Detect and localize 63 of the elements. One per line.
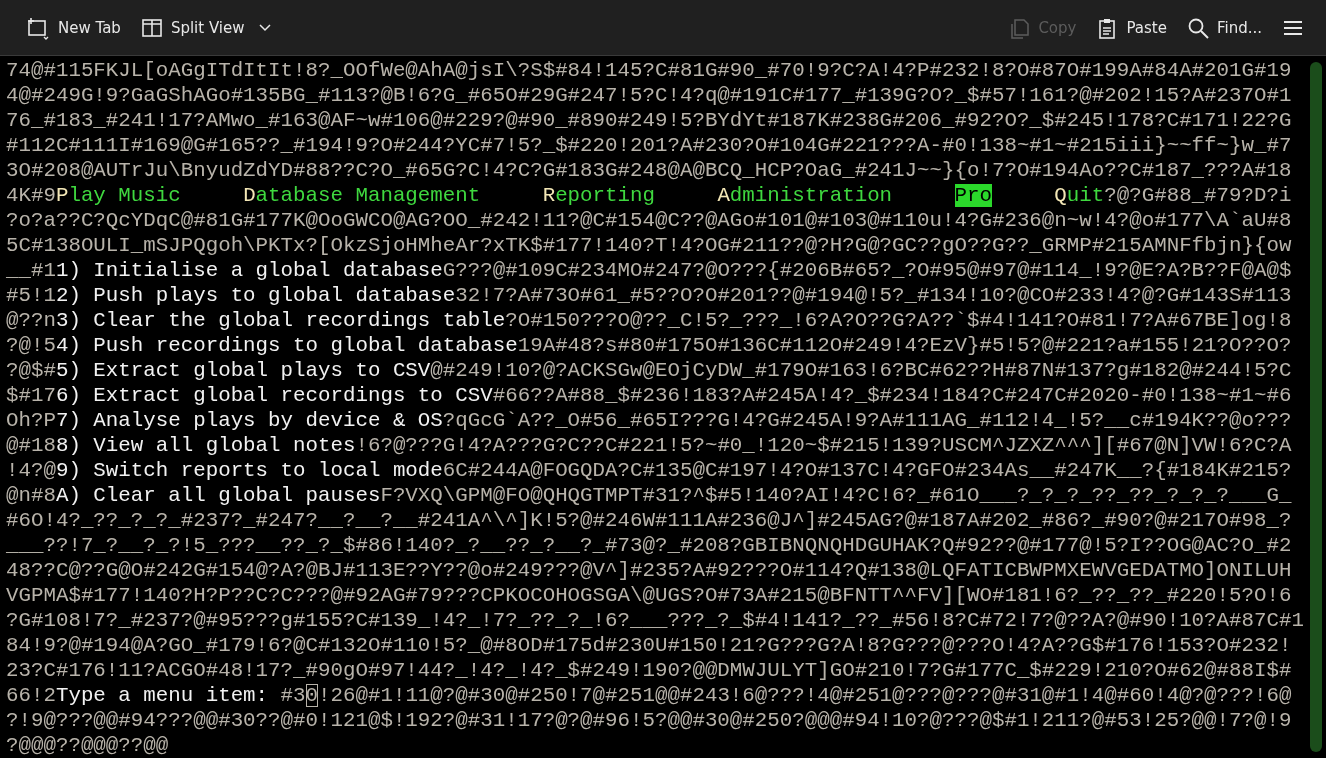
copy-icon — [1008, 16, 1031, 39]
terminal-text: ?@!5 — [6, 334, 56, 357]
terminal-text: 74@#115FKJL[oAGgITdItIt!8?_OOfWe@AhA@jsI\?S$#84!145?C#81G#90_#70!9?C?A!4?P#232!8?O#87O#199A#84A#201G#19 — [6, 59, 1292, 82]
terminal-text: F?VXQ\GPM@FO@QHQGTMPT#31?^$#5!140?AI!4?C!6?_#61O___?_?_?_??_??_?_?_?___G_ — [380, 484, 1292, 507]
input-prompt: Type a menu item: — [55, 684, 269, 707]
terminal-text: 6C#244A@FOGQDA?C#135@C#197!4?O#137C!4?GFO#234As__#247K__?{#184K#215? — [442, 459, 1292, 482]
terminal-text: 5C#138OULI_mSJPQgoh\PKTx?[OkzSjoHMheAr?xTK$#177!140?T!4?OG#211??@?H?G@?GC??gO??G??_GRMP#215AMNFfbjn}{ow — [6, 234, 1292, 257]
terminal-text: ?@@@??@@@??@@ — [6, 734, 169, 757]
terminal-text: 23?C#176!11?ACGO#48!17?_#90gO#97!44?_!4?_!4?_$#249!190?@@DMWJULYT]GO#210!7?G#177C_$#229!210?O#62@#88I$# — [6, 659, 1292, 682]
terminal-text: @??n — [6, 309, 56, 332]
menu-option: 2) Push plays to global database — [55, 284, 456, 307]
terminal-text: ?O#150???O@??_C!5?_???_!6?A?O??G?A??`$#4!141?O#81!7?A#67BE]og!8 — [505, 309, 1292, 332]
terminal-text: __#1 — [6, 259, 56, 282]
terminal-text: 19A#48?s#80#175O#136C#112O#249!4?EzV}#5!5?@#221?a#155!21?O??O? — [517, 334, 1292, 357]
menu-option: 4) Push recordings to global database — [55, 334, 518, 357]
new-tab-button[interactable]: New Tab — [18, 9, 129, 46]
menu-option: 5) Extract global plays to CSV — [55, 359, 431, 382]
terminal-text: ?@?G#88_#79?D?i — [1104, 184, 1292, 207]
scrollbar[interactable] — [1310, 62, 1322, 752]
terminal-text: 76_#183_#241!17?AMwo_#163@AF~w#106@#229?@#90_#890#249!5?BYdYt#187K#238G#206_#92?O?_$#245!178?C#171!22?G — [6, 109, 1292, 132]
terminal-text: #5!1 — [6, 284, 56, 307]
split-view-icon — [140, 16, 163, 39]
menu-option: 6) Extract global recordings to CSV — [55, 384, 493, 407]
terminal-text: @#249!10?@?ACKSGw@EOjCyDW_#179O#163!6?BC#62??H#87N#137?g#182@#244!5?C — [430, 359, 1292, 382]
find-button[interactable]: Find... — [1178, 10, 1270, 45]
split-view-button[interactable]: Split View — [132, 10, 279, 45]
terminal-text: !6?@???G!4?A???G?C??C#221!5?~#0_!120~$#215!139?USCM^JZXZ^^^][#67@N]VW!6?C?A — [355, 434, 1292, 457]
paste-button[interactable]: Paste — [1088, 10, 1175, 45]
terminal-text: ?!9@???@@#94???@@#30??@#0!121@$!192?@#31!17?@?@#96!5?@@#30@#250?@@@#94!10?@???@$#1!211?@#53!25?@@!7?@!9 — [6, 709, 1292, 732]
terminal-text: @n#8 — [6, 484, 56, 507]
terminal-text: !4?@ — [6, 459, 56, 482]
terminal-text: 4K#9 — [6, 184, 56, 207]
terminal-text: 32!7?A#73O#61_#5??O?O#201??@#194@!5?_#134!10?@CO#233!4?@?G#143S#113 — [455, 284, 1292, 307]
terminal-text: !26@#1!11@?@#30@#250!7@#251@@#243!6@???!4@#251@???@???@#31@#1!4@#60!4@?@???!6@ — [318, 684, 1292, 707]
terminal-text: ___??!7_?__?_?!5_???__??_?_$#86!140?_?__??_?__?_#73@?_#208?GBIBNQNQHDGUHAK?Q#92??@#177@!5?I??OG@AC?O_#2 — [6, 534, 1292, 557]
chevron-down-icon — [258, 23, 271, 32]
terminal-text: @#18 — [6, 434, 56, 457]
terminal-text: ?o?a??C?QcYDqC@#81G#177K@OoGWCO@AG?OO_#242!11?@C#154@C??@AGo#101@#103@#110u!4?G#236@n~w!4?@o#177\A`aU#8 — [6, 209, 1292, 232]
menu-option: 1) Initialise a global database — [55, 259, 443, 282]
terminal-text: Oh?P — [6, 409, 56, 432]
terminal-text: 3O#208@AUTrJu\BnyudZdYD#88??C?O_#65G?C!4?C?G#183G#248@A@BCQ_HCP?OaG_#241J~~}{o!7?O#194Ao??C#187_???A#18 — [6, 159, 1292, 182]
terminal-text: #6O!4?_??_?_?_#237?_#247?__?__?__#241A^\^]K!5?@#246W#111A#236@J^]#245AG?@#187A#202_#86?_#90?@#217O#98_? — [6, 509, 1292, 532]
terminal-text: VGPMA$#177!140?H?P??C?C???@#92AG#79???CPKOCOHOGSGA\@UGS?O#73A#215@BFNTT^^FV][WO#181!6?_??_??_#220!5?O!6 — [6, 584, 1292, 607]
terminal-text: ?G#108!7?_#237?@#95???g#155?C#139_!4?_!7?_??_?_!6?___???_?_$#4!141?_??_#56!8?C#72!7?@??A?@#90!10?A#87C#1 — [6, 609, 1304, 632]
menu-option: A) Clear all global pauses — [55, 484, 381, 507]
terminal-text: #3 — [280, 684, 306, 707]
menu-option: 7) Analyse plays by device & OS — [55, 409, 443, 432]
terminal-text: ?@$# — [6, 359, 56, 382]
terminal-text: 4@#249G!9?GaGShAGo#135BG_#113?@B!6?G_#65O#29G#247!5?C!4?q@#191C#177_#139G?O?_$#57!161?@#202!15?A#237O#1 — [6, 84, 1292, 107]
cursor: 0 — [305, 684, 318, 707]
terminal-text: ?qGcG`A??_O#56_#65I???G!4?G#245A!9?A#111AG_#112!4_!5?__c#194K??@o??? — [442, 409, 1292, 432]
new-tab-icon — [26, 15, 50, 40]
terminal-text: G???@#109C#234MO#247?@O???{#206B#65?_?O#95@#97@#114_!9?@E?A?B??F@A@$ — [442, 259, 1292, 282]
terminal-text: $#17 — [6, 384, 56, 407]
terminal-text: #112C#111I#169@G#165??_#194!9?O#244?YC#7!5?_$#220!201?A#230?O#104G#221???A-#0!138~#1~#215iii}~~ff~}w_#7 — [6, 134, 1292, 157]
terminal-text: 84!9?@#194@A?GO_#179!6?@C#132O#110!5?_@#8OD#175d#230U#150!21?G???G?A!8?G???@???O!4?A??G$#176!153?O#232! — [6, 634, 1292, 657]
menu-option: 8) View all global notes — [55, 434, 356, 457]
menu-option: 3) Clear the global recordings table — [55, 309, 506, 332]
terminal-text: 48??C@??G@O#242G#154@?A?@BJ#113E??Y??@o#249???@V^]#235?A#92???O#114?Q#138@LQFATICBWPMXEWVGEDATMO]ONILUH — [6, 559, 1292, 582]
menu-option: 9) Switch reports to local mode — [55, 459, 443, 482]
terminal-text: #66??A#88_$#236!183?A#245A!4?_$#234!184?C#247C#2020-#0!138~#1~#6 — [492, 384, 1292, 407]
terminal-text: 66!2 — [6, 684, 56, 707]
search-icon — [1186, 16, 1209, 39]
